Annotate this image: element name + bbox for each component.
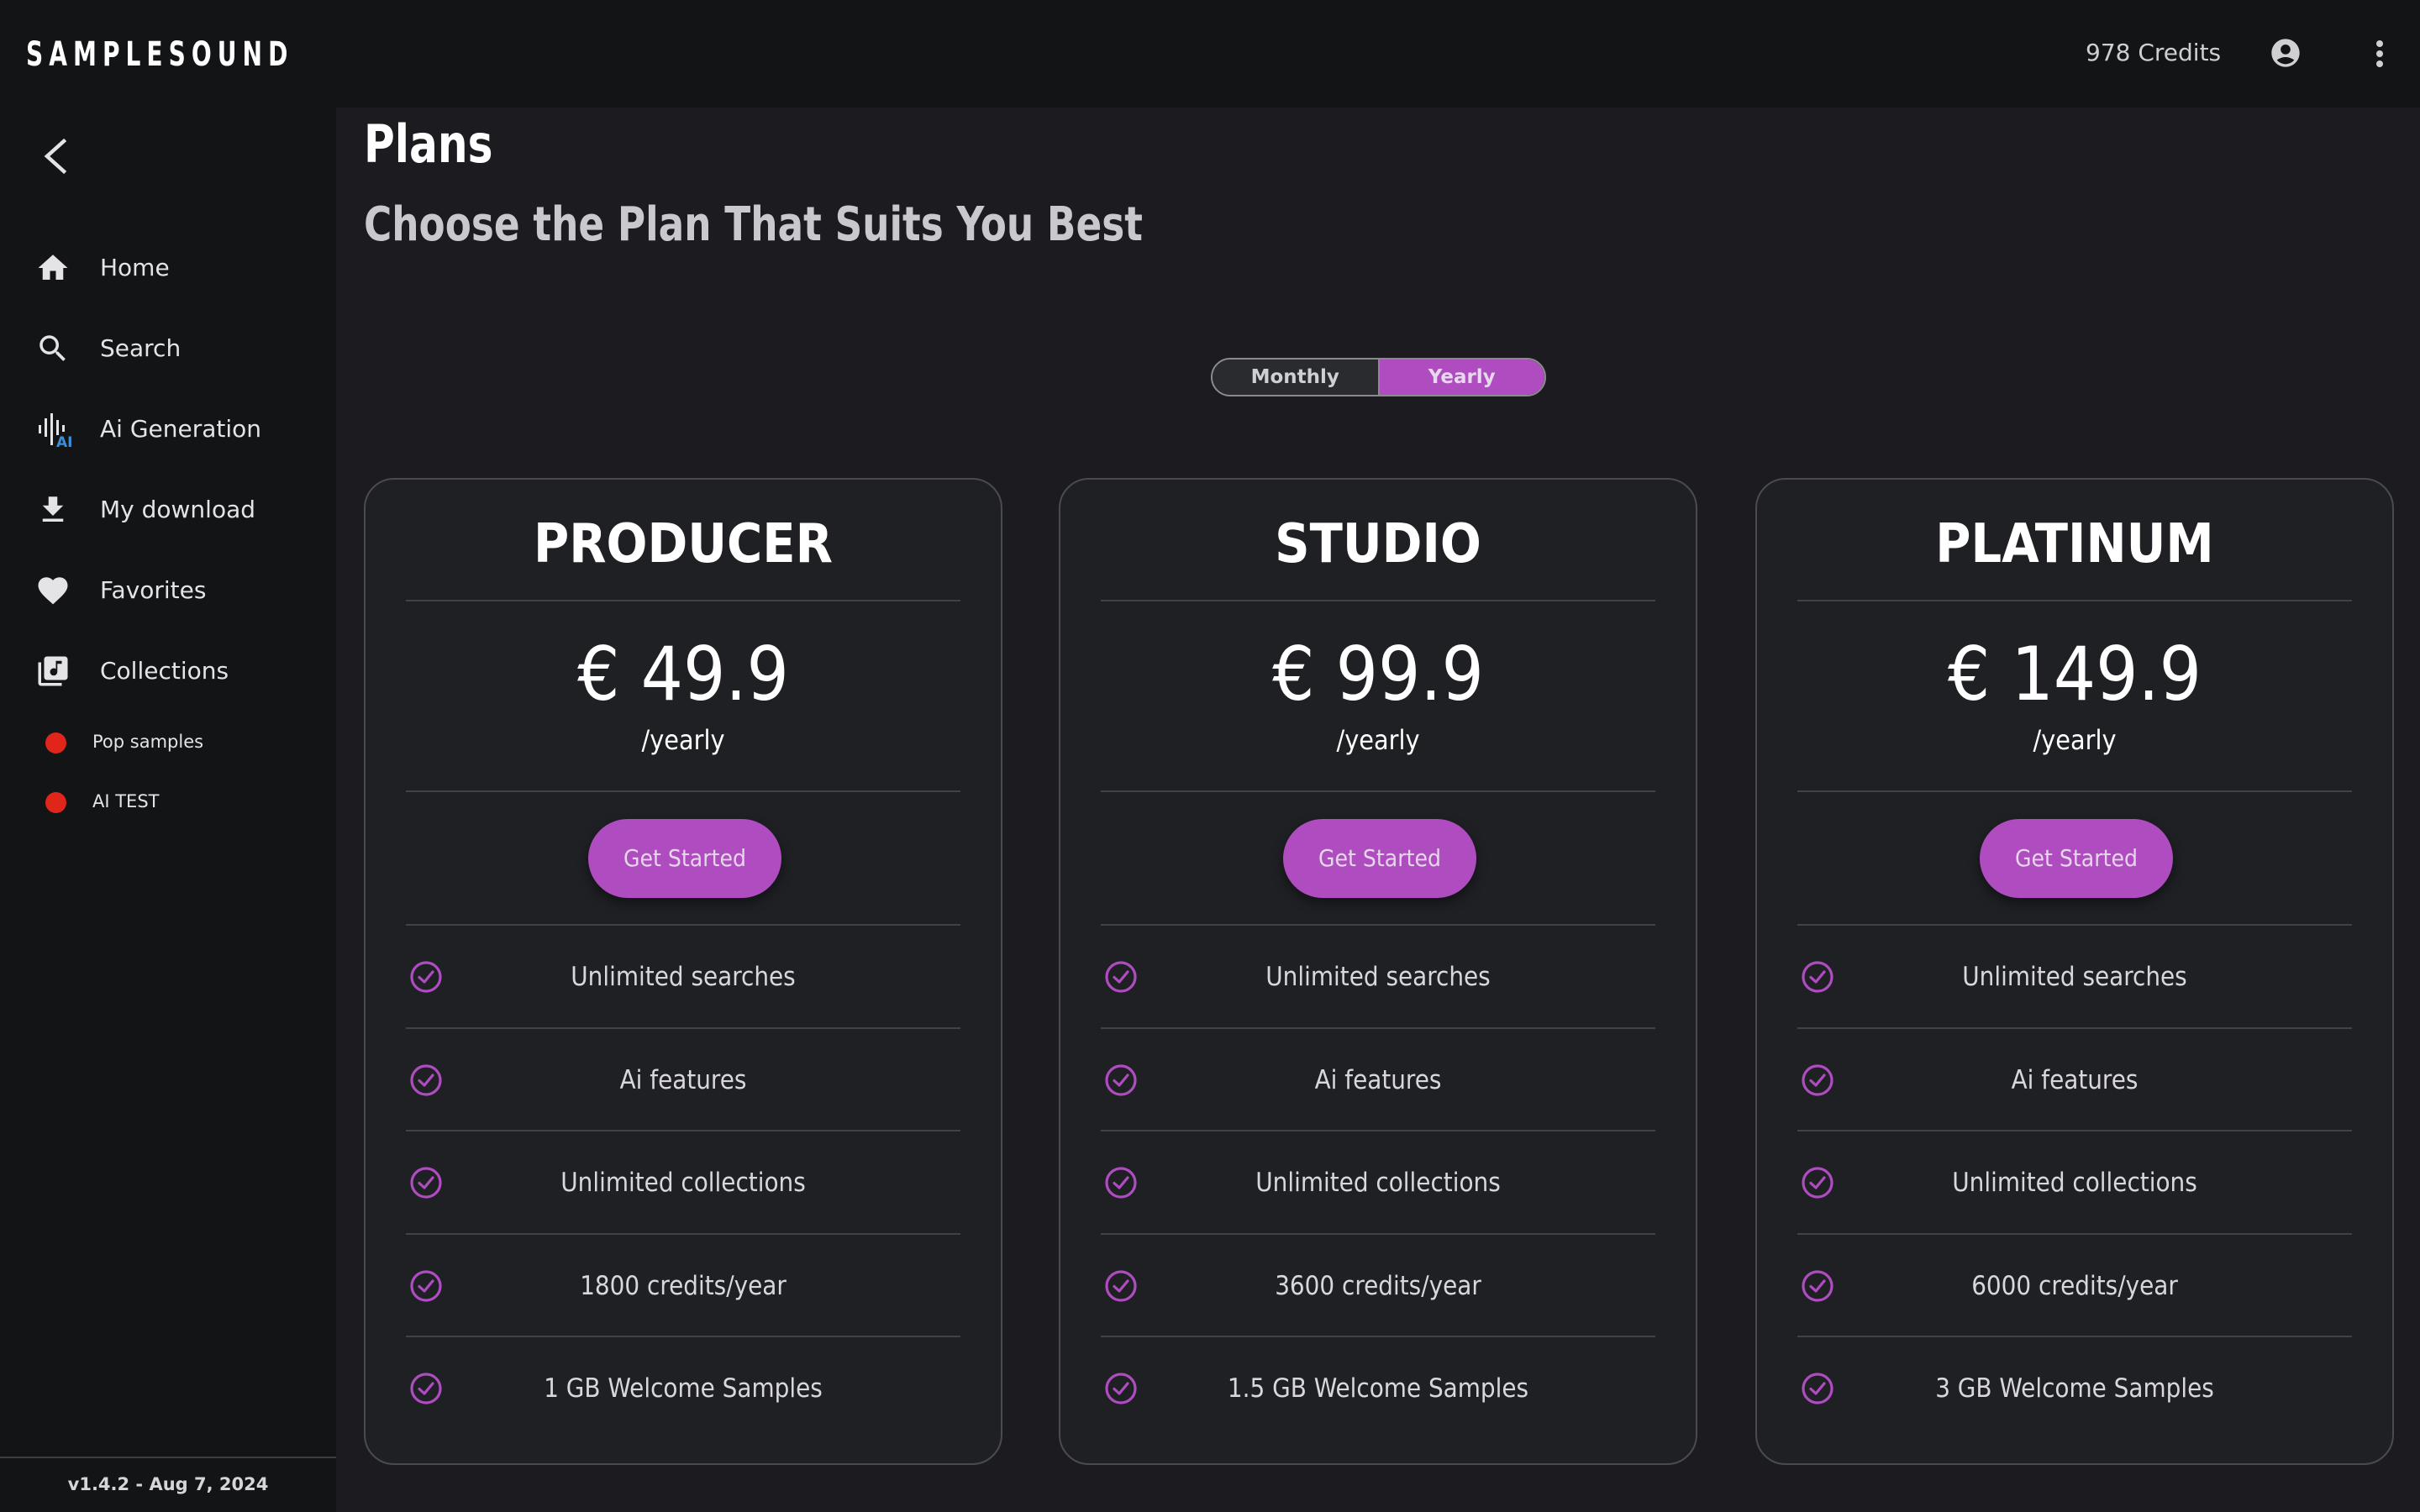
feature-text: Unlimited collections: [1952, 1168, 2197, 1198]
feature-text: Unlimited collections: [1255, 1168, 1501, 1198]
feature-item: Unlimited collections: [1101, 1131, 1655, 1233]
sidebar-item-label: Collections: [100, 657, 229, 685]
plan-card-producer: PRODUCER € 49.9 /yearly Get Started Unli…: [364, 478, 1002, 1465]
collection-color-dot: [45, 732, 66, 753]
sidebar-item-label: My download: [100, 496, 256, 523]
main-content: Plans Choose the Plan That Suits You Bes…: [336, 108, 2420, 1512]
feature-item: Ai features: [406, 1029, 960, 1131]
app-logo[interactable]: SAMPLESOUND: [26, 34, 293, 76]
plan-card-studio: STUDIO € 99.9 /yearly Get Started Unlimi…: [1059, 478, 1697, 1465]
feature-item: Ai features: [1797, 1029, 2352, 1131]
feature-text: Unlimited searches: [571, 962, 796, 992]
collection-label: Pop samples: [92, 732, 204, 752]
plan-period: /yearly: [2033, 724, 2117, 756]
sidebar-item-my-download[interactable]: My download: [0, 475, 336, 543]
sidebar-item-collections[interactable]: Collections: [0, 637, 336, 704]
feature-text: 1800 credits/year: [580, 1270, 786, 1301]
sidebar-divider: [0, 1457, 336, 1458]
divider: [1101, 790, 1655, 792]
chevron-left-icon[interactable]: [39, 138, 72, 175]
plan-price: € 149.9: [1947, 631, 2202, 717]
top-header: SAMPLESOUND 978 Credits: [0, 0, 2420, 108]
sidebar-item-ai-generation[interactable]: AI Ai Generation: [0, 395, 336, 462]
plan-period: /yearly: [641, 724, 725, 756]
version-label: v1.4.2 - Aug 7, 2024: [67, 1474, 269, 1494]
toggle-option-yearly[interactable]: Yearly: [1379, 360, 1544, 395]
sidebar-item-search[interactable]: Search: [0, 314, 336, 381]
get-started-button[interactable]: Get Started: [1283, 819, 1476, 898]
get-started-button[interactable]: Get Started: [1980, 819, 2173, 898]
feature-text: 6000 credits/year: [1971, 1270, 2178, 1301]
feature-text: 3600 credits/year: [1275, 1270, 1481, 1301]
heart-icon: [35, 573, 71, 608]
credits-balance: 978 Credits: [2086, 39, 2222, 66]
plan-price: € 99.9: [1272, 631, 1484, 717]
feature-text: 1 GB Welcome Samples: [544, 1373, 823, 1404]
feature-text: Ai features: [1314, 1064, 1442, 1095]
feature-item: Ai features: [1101, 1029, 1655, 1131]
feature-text: Unlimited searches: [1265, 962, 1491, 992]
more-vertical-icon[interactable]: [2370, 39, 2390, 69]
collection-item-ai-test[interactable]: AI TEST: [0, 777, 336, 827]
sidebar-item-label: Ai Generation: [100, 415, 262, 443]
divider: [1797, 600, 2352, 601]
sidebar-item-home[interactable]: Home: [0, 234, 336, 301]
feature-item: 3 GB Welcome Samples: [1797, 1337, 2352, 1439]
feature-item: 3600 credits/year: [1101, 1235, 1655, 1336]
divider: [406, 790, 960, 792]
sidebar: Home Search AI Ai Generation My download…: [0, 108, 336, 1512]
plan-card-platinum: PLATINUM € 149.9 /yearly Get Started Unl…: [1755, 478, 2394, 1465]
feature-text: 1.5 GB Welcome Samples: [1227, 1373, 1529, 1404]
download-icon: [35, 492, 71, 528]
home-icon: [35, 250, 71, 286]
feature-text: 3 GB Welcome Samples: [1935, 1373, 2214, 1404]
feature-text: Unlimited searches: [1962, 962, 2187, 992]
plan-price: € 49.9: [577, 631, 789, 717]
svg-text:AI: AI: [56, 434, 72, 449]
feature-item: Unlimited searches: [1101, 926, 1655, 1027]
page-subtitle: Choose the Plan That Suits You Best: [364, 197, 1143, 252]
feature-item: Unlimited collections: [1797, 1131, 2352, 1233]
sidebar-item-label: Home: [100, 254, 170, 281]
divider: [1797, 790, 2352, 792]
ai-waveform-icon: AI: [35, 412, 72, 451]
divider: [406, 600, 960, 601]
get-started-button[interactable]: Get Started: [588, 819, 781, 898]
plan-period: /yearly: [1336, 724, 1420, 756]
app-root: SAMPLESOUND 978 Credits Home Search AI A…: [0, 0, 2420, 1512]
plan-name: STUDIO: [1275, 513, 1481, 575]
sidebar-item-label: Favorites: [100, 576, 207, 604]
toggle-option-monthly[interactable]: Monthly: [1213, 360, 1380, 395]
feature-item: Unlimited collections: [406, 1131, 960, 1233]
collection-color-dot: [45, 792, 66, 813]
sidebar-item-favorites[interactable]: Favorites: [0, 556, 336, 623]
plan-name: PLATINUM: [1935, 513, 2214, 575]
feature-text: Ai features: [2011, 1064, 2139, 1095]
feature-text: Ai features: [619, 1064, 747, 1095]
feature-item: 1.5 GB Welcome Samples: [1101, 1337, 1655, 1439]
feature-item: Unlimited searches: [1797, 926, 2352, 1027]
feature-item: 1 GB Welcome Samples: [406, 1337, 960, 1439]
feature-item: Unlimited searches: [406, 926, 960, 1027]
feature-item: 1800 credits/year: [406, 1235, 960, 1336]
billing-period-toggle: Monthly Yearly: [1211, 358, 1546, 396]
feature-item: 6000 credits/year: [1797, 1235, 2352, 1336]
library-music-icon: [35, 654, 71, 689]
feature-text: Unlimited collections: [560, 1168, 806, 1198]
account-circle-icon[interactable]: [2269, 36, 2302, 70]
collection-item-pop-samples[interactable]: Pop samples: [0, 717, 336, 768]
search-icon: [35, 331, 71, 366]
plan-name: PRODUCER: [534, 513, 833, 575]
divider: [1101, 600, 1655, 601]
sidebar-item-label: Search: [100, 334, 182, 362]
collection-label: AI TEST: [92, 791, 160, 811]
page-title: Plans: [364, 113, 493, 175]
